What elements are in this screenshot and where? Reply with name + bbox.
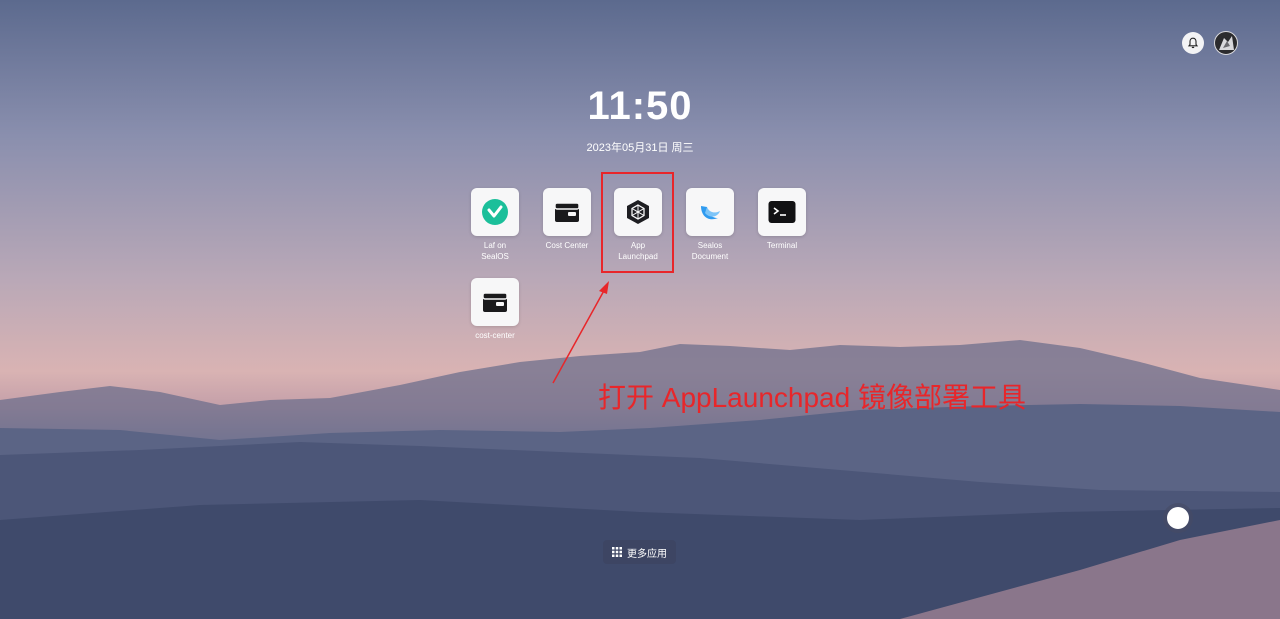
- floating-assistive-button[interactable]: [1163, 503, 1193, 533]
- annotation-arrow: [552, 281, 609, 384]
- more-apps-label: 更多应用: [627, 548, 667, 560]
- more-apps-button[interactable]: 更多应用: [603, 540, 676, 564]
- grid-icon: [612, 547, 622, 557]
- circle-icon: [1167, 507, 1189, 529]
- annotation-text: 打开 AppLaunchpad 镜像部署工具: [598, 382, 1026, 413]
